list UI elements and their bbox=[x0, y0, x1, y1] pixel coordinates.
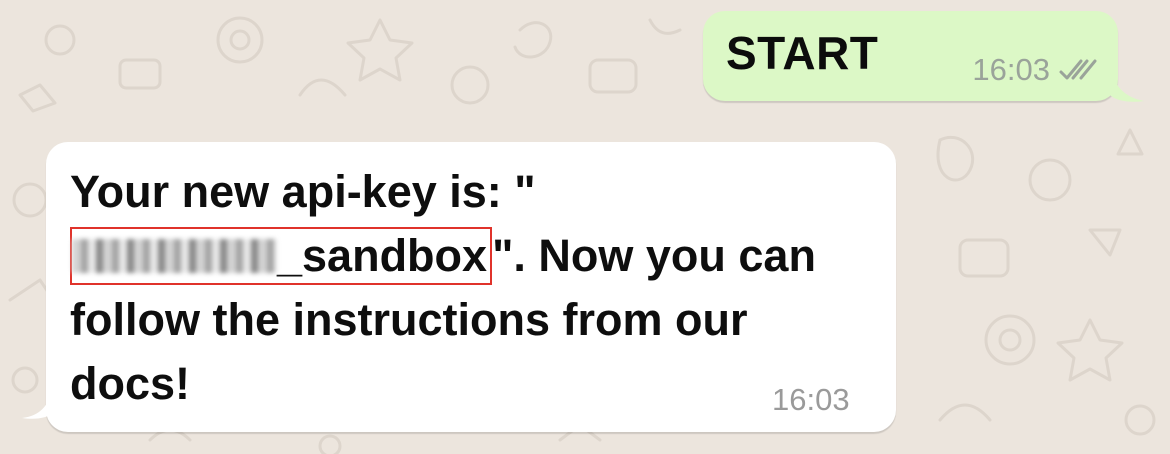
bubble-tail bbox=[1110, 69, 1144, 102]
message-text-before: Your new api-key is: " bbox=[70, 166, 536, 217]
outgoing-message-time: 16:03 bbox=[972, 52, 1050, 87]
incoming-message-time: 16:03 bbox=[772, 382, 850, 417]
bubble-tail bbox=[22, 388, 54, 419]
outgoing-message-bubble[interactable]: START 16:03 bbox=[703, 11, 1144, 102]
outgoing-message-text: START bbox=[726, 27, 879, 79]
incoming-message-bubble[interactable]: Your new api-key is: "_sandbox ". Now you… bbox=[22, 142, 896, 432]
api-key-highlight[interactable]: _sandbox bbox=[70, 227, 493, 285]
api-key-suffix: _sandbox bbox=[277, 230, 488, 281]
incoming-message-text: Your new api-key is: "_sandbox ". Now you… bbox=[70, 160, 870, 416]
double-check-icon bbox=[1059, 59, 1097, 80]
redacted-key-blur bbox=[72, 239, 277, 273]
outgoing-message-meta: 16:03 bbox=[972, 52, 1098, 88]
